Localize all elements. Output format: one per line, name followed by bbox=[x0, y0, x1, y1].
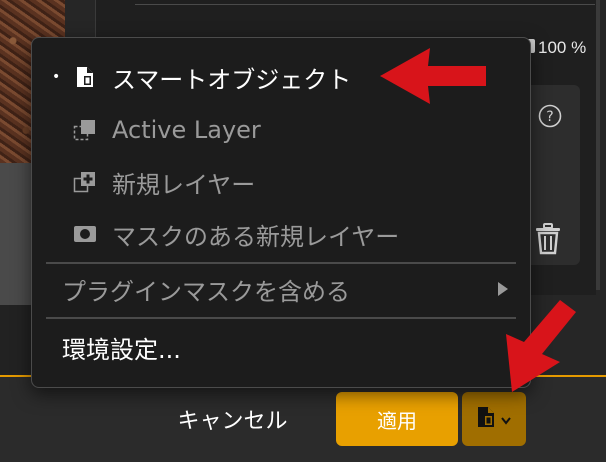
active-layer-icon bbox=[72, 117, 98, 143]
menu-item-label: 新規レイヤー bbox=[112, 170, 256, 199]
layer-mask-icon bbox=[72, 221, 98, 247]
menu-separator bbox=[46, 262, 516, 264]
menu-item-new-layer-with-mask[interactable]: マスクのある新規レイヤー bbox=[32, 211, 530, 257]
menu-item-label: マスクのある新規レイヤー bbox=[112, 222, 400, 251]
menu-item-include-plugin-mask[interactable]: プラグインマスクを含める bbox=[32, 266, 530, 312]
output-mode-menu: • スマートオブジェクト Active Layer 新規レイヤー マスクのある新… bbox=[31, 37, 531, 388]
panel-divider bbox=[135, 0, 595, 5]
smart-object-icon bbox=[72, 64, 98, 90]
selected-indicator: • bbox=[52, 69, 61, 85]
menu-item-label: Active Layer bbox=[112, 116, 261, 144]
opacity-value: 100 % bbox=[538, 38, 587, 57]
apply-button[interactable]: 適用 bbox=[336, 392, 458, 446]
panel-scrollbar[interactable] bbox=[596, 0, 600, 290]
menu-item-new-layer[interactable]: 新規レイヤー bbox=[32, 159, 530, 205]
menu-item-label: スマートオブジェクト bbox=[112, 65, 352, 94]
menu-item-label: プラグインマスクを含める bbox=[62, 277, 350, 306]
submenu-arrow-icon bbox=[498, 282, 508, 296]
smart-object-icon bbox=[477, 406, 495, 432]
new-layer-icon bbox=[72, 169, 98, 195]
svg-text:?: ? bbox=[546, 109, 553, 125]
menu-item-preferences[interactable]: 環境設定... bbox=[32, 324, 530, 370]
menu-item-smart-object[interactable]: • スマートオブジェクト bbox=[32, 54, 530, 100]
menu-separator bbox=[46, 317, 516, 319]
help-icon[interactable]: ? bbox=[538, 104, 562, 128]
cancel-button[interactable]: キャンセル bbox=[170, 400, 295, 438]
output-mode-dropdown[interactable] bbox=[462, 392, 526, 446]
chevron-down-icon bbox=[501, 410, 511, 429]
menu-item-active-layer[interactable]: Active Layer bbox=[32, 107, 530, 153]
trash-icon[interactable] bbox=[533, 223, 563, 255]
menu-item-label: 環境設定... bbox=[62, 335, 181, 364]
